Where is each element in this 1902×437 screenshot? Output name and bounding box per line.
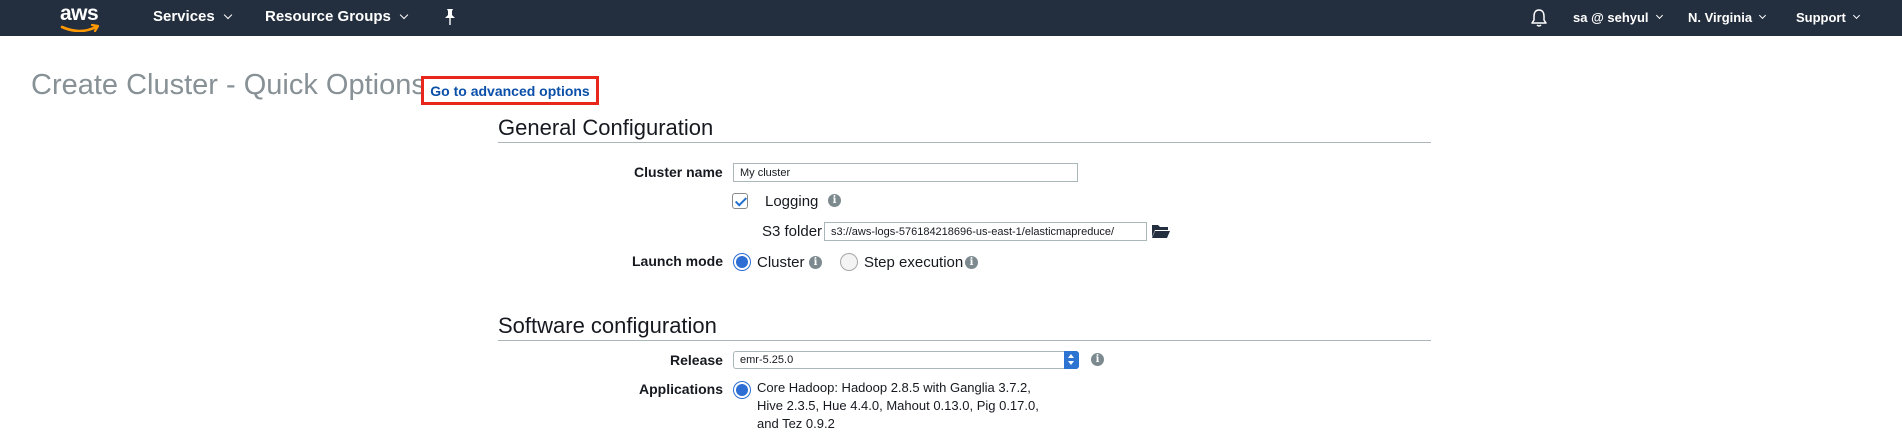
logging-label: Logging — [765, 193, 819, 210]
launch-mode-label: Launch mode — [632, 253, 724, 269]
region-menu-label: N. Virginia — [1688, 10, 1753, 25]
aws-logo[interactable]: aws — [56, 2, 106, 32]
section-divider — [498, 142, 1431, 143]
launch-mode-cluster-label: Cluster — [757, 254, 805, 271]
logging-checkbox[interactable] — [732, 193, 748, 209]
resource-groups-menu-label: Resource Groups — [265, 8, 391, 25]
pin-icon[interactable] — [442, 8, 458, 26]
services-menu[interactable]: Services — [153, 8, 232, 25]
launch-mode-cluster-radio[interactable] — [733, 253, 751, 271]
launch-mode-step-radio[interactable] — [840, 253, 858, 271]
s3-folder-label: S3 folder — [762, 223, 823, 240]
info-icon[interactable]: i — [1091, 353, 1104, 366]
info-icon[interactable]: i — [965, 256, 978, 269]
applications-line-2: Hive 2.3.5, Hue 4.4.0, Mahout 0.13.0, Pi… — [757, 398, 1039, 413]
section-divider — [498, 340, 1431, 341]
applications-line-3: and Tez 0.9.2 — [757, 416, 835, 431]
cluster-name-input[interactable]: My cluster — [733, 163, 1078, 182]
chevron-down-icon — [223, 10, 232, 19]
support-menu-label: Support — [1796, 10, 1846, 25]
s3-folder-input[interactable]: s3://aws-logs-576184218696-us-east-1/ela… — [824, 222, 1147, 241]
folder-icon[interactable] — [1151, 223, 1171, 239]
bell-icon[interactable] — [1530, 8, 1548, 28]
support-menu[interactable]: Support — [1796, 10, 1860, 25]
advanced-options-link[interactable]: Go to advanced options — [421, 76, 599, 105]
applications-line-1: Core Hadoop: Hadoop 2.8.5 with Ganglia 3… — [757, 380, 1031, 395]
chevron-down-icon — [1852, 11, 1860, 20]
release-select[interactable]: emr-5.25.0 — [733, 351, 1079, 369]
account-menu[interactable]: sa @ sehyul — [1573, 10, 1663, 25]
region-menu[interactable]: N. Virginia — [1688, 10, 1767, 25]
account-menu-label: sa @ sehyul — [1573, 10, 1649, 25]
release-select-value: emr-5.25.0 — [740, 354, 794, 366]
info-icon[interactable]: i — [828, 194, 841, 207]
page-title: Create Cluster - Quick Options — [31, 69, 426, 101]
select-arrows-icon — [1064, 351, 1079, 369]
applications-label: Applications — [639, 381, 724, 397]
aws-smile-icon — [60, 23, 100, 32]
launch-mode-step-label: Step execution — [864, 254, 964, 271]
release-label: Release — [670, 352, 723, 368]
services-menu-label: Services — [153, 8, 215, 25]
chevron-down-icon — [399, 10, 409, 19]
resource-groups-menu[interactable]: Resource Groups — [265, 8, 409, 25]
chevron-down-icon — [1759, 11, 1767, 20]
cluster-name-label: Cluster name — [634, 164, 723, 180]
general-config-title: General Configuration — [498, 115, 714, 140]
info-icon[interactable]: i — [809, 256, 822, 269]
top-nav-bar: aws Services Resource Groups sa @ sehyul… — [0, 0, 1902, 36]
advanced-options-label: Go to advanced options — [430, 82, 590, 99]
chevron-down-icon — [1655, 11, 1663, 20]
applications-core-hadoop-radio[interactable] — [733, 381, 751, 399]
software-config-title: Software configuration — [498, 313, 717, 338]
